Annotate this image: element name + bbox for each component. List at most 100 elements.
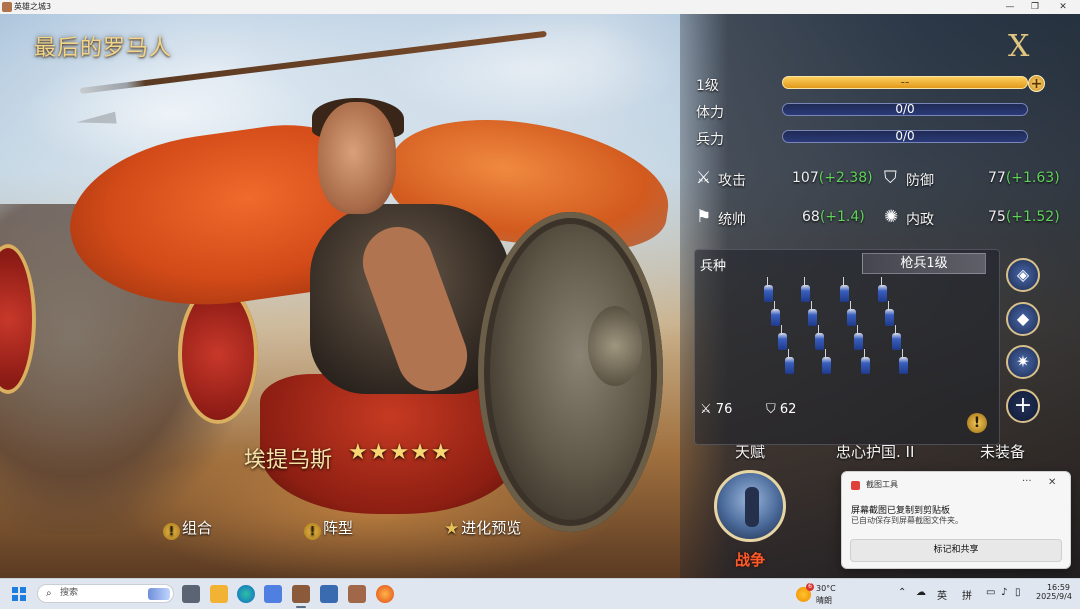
troop-type-value[interactable]: 枪兵1级 xyxy=(862,253,986,274)
soldier-sprite xyxy=(892,325,901,350)
talent-figure xyxy=(745,487,759,527)
toast-app-name: 截图工具 xyxy=(866,480,898,489)
toast-body: 已自动保存到屏幕截图文件夹。 xyxy=(851,516,963,525)
task-view-icon[interactable] xyxy=(182,585,200,603)
attack-value: 107(+2.38) xyxy=(792,170,873,186)
talent-portrait[interactable] xyxy=(714,470,786,542)
troops-bar: 0/0 xyxy=(782,130,1028,143)
spear-unit-button[interactable]: ◈ xyxy=(1006,258,1040,292)
combo-label: 组合 xyxy=(182,519,213,537)
battery-icon[interactable]: ▯ xyxy=(1015,587,1021,598)
formation-button[interactable]: ! 阵型 xyxy=(304,517,353,540)
troop-type-header: 兵种 xyxy=(700,259,727,274)
ime-language[interactable]: 英 xyxy=(937,587,947,602)
command-bonus: (+1.4) xyxy=(819,209,865,225)
window-title: 英雄之城3 xyxy=(14,2,52,11)
shield-icon: ⛉ xyxy=(766,402,776,417)
weather-desc: 晴朗 xyxy=(816,596,832,605)
firefox-icon[interactable] xyxy=(376,585,394,603)
add-unit-button[interactable]: + xyxy=(1006,389,1040,423)
troops-label: 兵力 xyxy=(696,132,724,148)
star-icon: ★ xyxy=(444,519,460,539)
exclamation-icon[interactable]: ! xyxy=(967,413,987,433)
troop-panel[interactable] xyxy=(694,249,1000,445)
chevron-up-icon[interactable]: ⌃ xyxy=(898,587,906,598)
equipment-label[interactable]: 未装备 xyxy=(980,441,1025,462)
trait-label[interactable]: 忠心护国. II xyxy=(836,441,914,462)
close-window-button[interactable]: ✕ xyxy=(1050,0,1076,14)
clock-date: 2025/9/4 xyxy=(1036,592,1072,601)
cavalry-unit-button[interactable]: ✷ xyxy=(1006,345,1040,379)
soldier-sprite xyxy=(861,349,870,374)
game-app-icon[interactable] xyxy=(292,585,310,603)
file-explorer-icon[interactable] xyxy=(210,585,228,603)
hero-name: 埃提乌斯 xyxy=(244,448,333,473)
stamina-bar: 0/0 xyxy=(782,103,1028,116)
weather-temp: 30°C xyxy=(816,584,836,593)
windows-start-button[interactable] xyxy=(12,587,26,601)
evolution-preview-button[interactable]: ★ 进化预览 xyxy=(444,517,521,539)
attack-bonus: (+2.38) xyxy=(818,170,873,186)
exclamation-icon: ! xyxy=(304,523,321,540)
war-label: 战争 xyxy=(735,551,766,569)
command-label: 统帅 xyxy=(718,212,746,228)
notification-toast[interactable]: 截图工具 ··· ✕ 屏幕截图已复制到剪贴板 已自动保存到屏幕截图文件夹。 标记… xyxy=(841,471,1071,569)
search-icon: ⌕ xyxy=(46,588,52,599)
cloud-icon[interactable]: ☁ xyxy=(916,587,926,598)
edge-browser-icon[interactable] xyxy=(237,585,255,603)
politics-value: 75(+1.52) xyxy=(988,209,1060,225)
shield-icon: ⛉ xyxy=(884,168,897,188)
hero-head xyxy=(318,102,396,214)
toast-close-button[interactable]: ✕ xyxy=(1048,477,1056,488)
soldier-sprite xyxy=(854,325,863,350)
search-placeholder: 搜索 xyxy=(60,588,79,598)
hero-star-rating: ★★★★★ xyxy=(348,440,452,465)
store-icon[interactable] xyxy=(264,585,282,603)
command-value: 68(+1.4) xyxy=(802,209,865,225)
maximize-button[interactable]: ❐ xyxy=(1022,0,1048,14)
politics-label: 内政 xyxy=(906,212,934,228)
taskbar-search[interactable]: ⌕ 搜索 xyxy=(37,584,174,603)
toast-more-button[interactable]: ··· xyxy=(1022,476,1032,487)
gear-icon: ✺ xyxy=(884,207,899,227)
soldier-sprite xyxy=(840,277,849,302)
mark-and-share-button[interactable]: 标记和共享 xyxy=(850,539,1062,562)
soldier-sprite xyxy=(778,325,787,350)
minimize-button[interactable]: — xyxy=(997,0,1023,14)
game-launcher-icon[interactable] xyxy=(320,585,338,603)
ime-mode[interactable]: 拼 xyxy=(962,587,972,602)
defense-bonus: (+1.63) xyxy=(1005,170,1060,186)
evolution-label: 进化预览 xyxy=(461,519,522,537)
politics-bonus: (+1.52) xyxy=(1005,209,1060,225)
defense-label: 防御 xyxy=(906,173,934,189)
background-shield xyxy=(178,284,258,424)
search-highlight-icon xyxy=(148,588,170,600)
talent-label: 天赋 xyxy=(735,443,766,461)
window-titlebar: 英雄之城3 — ❐ ✕ xyxy=(0,0,1080,14)
clock-time: 16:59 xyxy=(1046,583,1070,592)
shield-boss xyxy=(588,306,642,386)
snipping-tool-icon xyxy=(851,481,860,490)
weather-badge: 6 xyxy=(806,583,814,591)
level-up-plus-button[interactable]: + xyxy=(1028,75,1045,92)
taskbar-clock[interactable]: 16:59 2025/9/4 xyxy=(1036,583,1072,601)
stamina-label: 体力 xyxy=(696,105,724,121)
level-bar-text: -- xyxy=(900,75,910,89)
soldier-sprite xyxy=(808,301,817,326)
close-panel-button[interactable]: X xyxy=(1008,32,1029,62)
exclamation-icon: ! xyxy=(163,523,180,540)
speaker-icon[interactable]: ♪ xyxy=(1001,587,1007,598)
soldier-sprite xyxy=(885,301,894,326)
combo-button[interactable]: ! 组合 xyxy=(163,517,213,540)
spear-unit-button[interactable]: ◆ xyxy=(1006,302,1040,336)
display-icon[interactable]: ▭ xyxy=(986,587,995,598)
soldier-sprite xyxy=(771,301,780,326)
taskbar: ⌕ 搜索 6 30°C 晴朗 ⌃ ☁ 英 拼 ▭ ♪ ▯ 16:59 2025/… xyxy=(0,578,1080,609)
defense-value: 77(+1.63) xyxy=(988,170,1060,186)
soldier-sprite xyxy=(785,349,794,374)
troop-defense: ⛉ 62 xyxy=(766,402,797,417)
game-title: 最后的罗马人 xyxy=(34,36,173,61)
banner-icon: ⚑ xyxy=(696,207,712,227)
soldier-sprite xyxy=(815,325,824,350)
game-app-icon[interactable] xyxy=(348,585,366,603)
